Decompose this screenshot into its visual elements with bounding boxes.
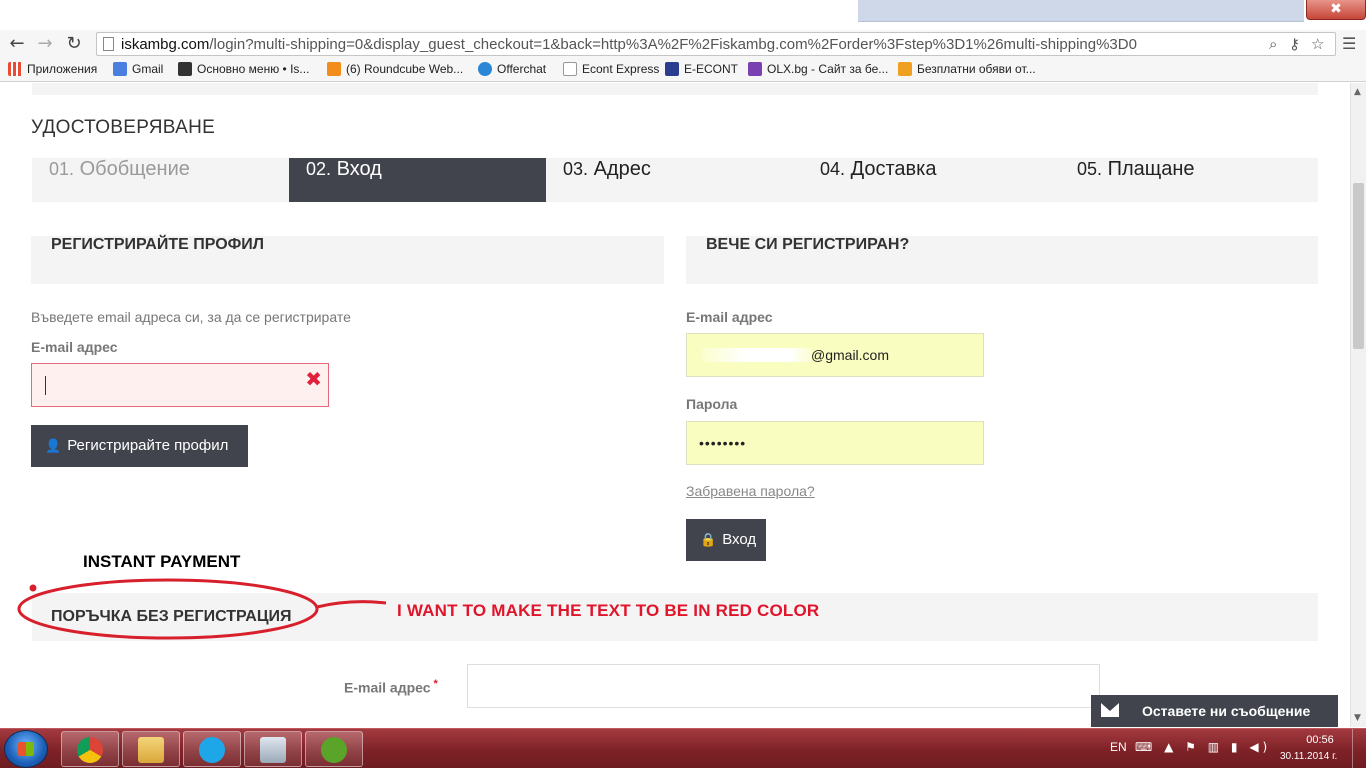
error-x-icon: ✖ <box>305 367 322 391</box>
page-icon <box>563 62 577 76</box>
explorer-icon <box>138 737 164 763</box>
page-icon <box>103 37 114 51</box>
bookmark-offerchat[interactable]: Offerchat <box>478 62 546 76</box>
text-caret <box>45 376 46 395</box>
register-email-label: E-mail адрес <box>31 339 118 355</box>
address-bar[interactable]: iskambg.com/login?multi-shipping=0&displ… <box>96 32 1336 56</box>
url-domain: iskambg.com <box>121 36 210 53</box>
bookmark-econt-express[interactable]: Econt Express <box>563 62 659 76</box>
chrome-menu-icon[interactable]: ☰ <box>1342 34 1356 53</box>
bookmark-gmail[interactable]: Gmail <box>113 62 163 76</box>
step-delivery: 04. Доставка <box>820 158 937 180</box>
back-icon[interactable]: ← <box>6 33 28 55</box>
bookmark-olx[interactable]: OLX.bg - Сайт за бе... <box>748 62 888 76</box>
browser-toolbar: ← → ↻ iskambg.com/login?multi-shipping=0… <box>0 30 1366 58</box>
scroll-thumb[interactable] <box>1353 183 1364 349</box>
scroll-down-icon[interactable]: ▼ <box>1354 713 1361 723</box>
browser-title-strip: ✖ <box>0 0 1366 30</box>
login-button[interactable]: 🔒 Вход <box>686 519 766 561</box>
login-email-input[interactable]: @gmail.com <box>686 333 984 377</box>
offerchat-icon <box>478 62 492 76</box>
step-address: 03. Адрес <box>563 158 651 180</box>
lock-icon: 🔒 <box>700 533 717 548</box>
page-title: УДОСТОВЕРЯВАНЕ <box>31 117 216 138</box>
utorrent-icon <box>321 737 347 763</box>
google-icon <box>113 62 127 76</box>
login-email-label: E-mail адрес <box>686 309 773 325</box>
register-heading: РЕГИСТРИРАЙТЕ ПРОФИЛ <box>31 236 664 284</box>
taskbar-calculator[interactable] <box>244 731 302 767</box>
top-panel-edge <box>32 83 1318 95</box>
password-label: Парола <box>686 396 738 412</box>
calculator-icon <box>260 737 286 763</box>
econt-icon <box>665 62 679 76</box>
register-email-input[interactable]: ✖ <box>31 363 329 407</box>
tab-strip <box>858 0 1304 22</box>
window-close-button[interactable]: ✖ <box>1306 0 1366 20</box>
cpanel-icon <box>327 62 341 76</box>
envelope-icon <box>1101 703 1119 717</box>
windows-taskbar: EN ⌨ ▲ ⚑ ▥ ▮ ◀) 00:56 30.11.2014 г. <box>0 728 1366 769</box>
bookmark-e-econt[interactable]: E-ECONT <box>665 62 738 76</box>
bookmark-main-menu[interactable]: Основно меню • Is... <box>178 62 309 76</box>
forgot-password-link[interactable]: Забравена парола? <box>686 483 815 499</box>
bazar-icon <box>898 62 912 76</box>
taskbar-utorrent[interactable] <box>305 731 363 767</box>
show-desktop-button[interactable] <box>1352 729 1366 769</box>
taskbar-skype[interactable] <box>183 731 241 767</box>
step-login: 02. Вход <box>289 158 546 202</box>
taskbar-chrome[interactable] <box>61 731 119 767</box>
taskbar-explorer[interactable] <box>122 731 180 767</box>
bookmark-apps[interactable]: Приложения <box>8 62 97 76</box>
language-indicator[interactable]: EN <box>1110 740 1127 754</box>
register-button[interactable]: 👤 Регистрирайте профил <box>31 425 248 467</box>
page-scrollbar[interactable]: ▲ ▼ <box>1350 83 1366 727</box>
url-path: /login?multi-shipping=0&display_guest_ch… <box>209 36 1137 53</box>
redaction-mask <box>701 348 811 362</box>
key-icon[interactable]: ⚷ <box>1289 35 1300 53</box>
login-heading: ВЕЧЕ СИ РЕГИСТРИРАН? <box>686 236 1318 284</box>
scroll-up-icon[interactable]: ▲ <box>1354 87 1361 97</box>
checkout-steps: 01. Обобщение 02. Вход 03. Адрес 04. Дос… <box>32 158 1318 202</box>
apps-grid-icon <box>8 62 22 76</box>
step-payment: 05. Плащане <box>1077 158 1195 180</box>
step-summary[interactable]: 01. Обобщение <box>32 158 289 202</box>
guest-email-input[interactable] <box>467 664 1100 708</box>
clock-time[interactable]: 00:56 <box>1300 734 1340 746</box>
skype-icon <box>199 737 225 763</box>
start-button[interactable] <box>4 730 48 768</box>
register-hint: Въведете email адреса си, за да се регис… <box>31 309 351 325</box>
guest-email-label: E-mail адрес * <box>344 678 438 696</box>
annotation-instant-payment: INSTANT PAYMENT <box>83 552 241 571</box>
bookmark-bazar[interactable]: Безплатни обяви от... <box>898 62 1036 76</box>
user-icon: 👤 <box>45 439 62 454</box>
system-tray: EN ⌨ ▲ ⚑ ▥ ▮ ◀) 00:56 30.11.2014 г. <box>1105 729 1365 769</box>
bookmark-roundcube[interactable]: (6) Roundcube Web... <box>327 62 463 76</box>
olx-icon <box>748 62 762 76</box>
page-icon <box>178 62 192 76</box>
clock-date[interactable]: 30.11.2014 г. <box>1280 751 1337 762</box>
page-viewport: УДОСТОВЕРЯВАНЕ 01. Обобщение 02. Вход 03… <box>0 83 1350 727</box>
zoom-icon[interactable]: ⌕ <box>1269 35 1277 53</box>
chrome-icon <box>77 737 103 763</box>
forward-icon[interactable]: → <box>34 33 56 55</box>
tray-icons[interactable]: ⌨ ▲ ⚑ ▥ ▮ ◀) <box>1135 740 1271 754</box>
annotation-ellipse-arrow <box>17 578 387 640</box>
reload-icon[interactable]: ↻ <box>63 33 85 55</box>
star-icon[interactable]: ☆ <box>1311 35 1324 53</box>
password-input[interactable]: •••••••• <box>686 421 984 465</box>
required-asterisk: * <box>433 678 438 690</box>
bookmarks-bar: Приложения Gmail Основно меню • Is... (6… <box>0 58 1366 82</box>
chat-widget-tab[interactable]: Оставете ни съобщение <box>1091 695 1338 727</box>
url-text[interactable]: iskambg.com/login?multi-shipping=0&displ… <box>121 36 1137 53</box>
annotation-red-note: I WANT TO MAKE THE TEXT TO BE IN RED COL… <box>397 601 820 620</box>
